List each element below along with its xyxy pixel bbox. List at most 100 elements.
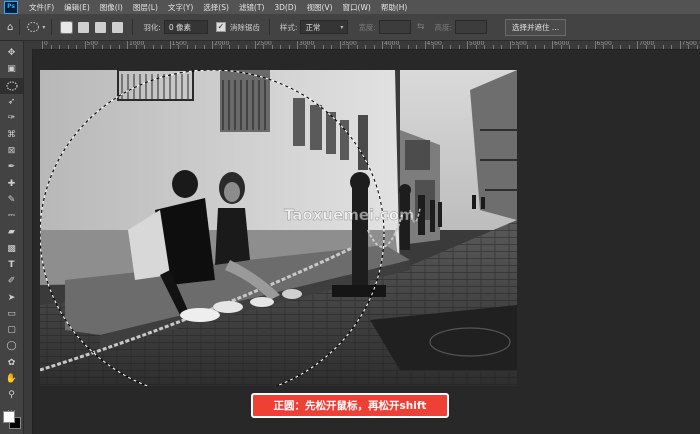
custom-shape-tool-icon[interactable]: ✿ (0, 355, 23, 371)
menu-layer[interactable]: 图层(L) (128, 2, 163, 13)
ruler-minor-tick (195, 45, 196, 49)
ruler-minor-tick (152, 45, 154, 49)
ruler-minor-tick (305, 45, 307, 49)
ruler-minor-tick (331, 45, 332, 49)
ruler-label: 7500 (681, 41, 697, 47)
menu-file[interactable]: 文件(F) (24, 2, 59, 13)
frame-tool-icon[interactable]: ⊠ (0, 143, 23, 159)
photoshop-logo-icon[interactable]: Ps (4, 0, 18, 14)
path-selection-tool-icon[interactable]: ➤ (0, 289, 23, 305)
ruler-tick (42, 41, 43, 49)
ruler-minor-tick (271, 45, 273, 49)
ruler-label: 5500 (511, 41, 527, 47)
move-tool-icon[interactable]: ✥ (0, 45, 23, 61)
ruler-tick (382, 41, 383, 49)
antialias-checkbox[interactable]: ✓ (215, 22, 226, 32)
healing-brush-tool-icon[interactable]: ✚ (0, 175, 23, 191)
ruler-tick (424, 41, 426, 49)
rounded-rectangle-tool-icon[interactable]: ▢ (0, 322, 23, 338)
ruler-minor-tick (135, 45, 137, 49)
ruler-tick (212, 41, 213, 49)
ruler-origin[interactable] (24, 41, 40, 49)
ruler-minor-tick (526, 45, 528, 49)
add-to-selection-icon[interactable] (78, 21, 90, 33)
divider (51, 19, 53, 35)
ruler-minor-tick (101, 45, 103, 49)
divider (132, 19, 134, 35)
foreground-color-swatch[interactable] (3, 411, 15, 423)
style-label: 样式: (279, 22, 298, 32)
ruler-label: 4000 (384, 41, 400, 47)
quick-selection-tool-icon[interactable]: ✑ (0, 110, 23, 126)
ruler-tick (594, 41, 596, 49)
rectangle-tool-icon[interactable]: ▭ (0, 306, 23, 322)
menu-image[interactable]: 图像(I) (95, 2, 128, 13)
ruler-minor-tick (280, 45, 281, 49)
eraser-tool-icon[interactable]: ▰ (0, 224, 23, 240)
crop-tool-icon[interactable]: ⌘ (0, 126, 23, 142)
ruler-minor-tick (118, 45, 120, 49)
ruler-minor-tick (560, 45, 562, 49)
feather-input[interactable]: 0 像素 (163, 20, 208, 34)
gradient-tool-icon[interactable]: ▩ (0, 241, 23, 257)
instruction-caption: 正圆：先松开鼠标，再松开shift (251, 393, 449, 418)
ellipse-tool-icon[interactable]: ◯ (0, 338, 23, 354)
eyedropper-tool-icon[interactable]: ✒ (0, 159, 23, 175)
ruler-minor-tick (203, 45, 205, 49)
ruler-label: 3500 (341, 41, 357, 47)
ruler-label: 5000 (469, 41, 485, 47)
new-selection-icon[interactable] (60, 20, 74, 34)
home-icon[interactable]: ⌂ (7, 22, 13, 33)
ruler-minor-tick (93, 45, 94, 49)
photo-canvas[interactable]: Taoxuemei.com (40, 70, 517, 386)
hand-tool-icon[interactable]: ✋ (0, 371, 23, 387)
zoom-tool-icon[interactable]: ⚲ (0, 387, 23, 403)
elliptical-marquee-tool-icon[interactable] (0, 77, 23, 94)
ruler-minor-tick (450, 45, 451, 49)
ruler-label: 2500 (256, 41, 272, 47)
ruler-minor-tick (50, 45, 52, 49)
ruler-minor-tick (416, 45, 417, 49)
ruler-minor-tick (492, 45, 494, 49)
style-select[interactable]: 正常 ▾ (300, 20, 349, 34)
select-and-mask-button[interactable]: 选择并遮住 ... (505, 18, 567, 36)
ruler-label: 0 (44, 41, 48, 47)
menu-filter[interactable]: 滤镜(T) (234, 2, 269, 13)
width-input[interactable] (378, 20, 411, 34)
clone-stamp-tool-icon[interactable]: ⎓ (0, 208, 23, 224)
ruler-minor-tick (586, 45, 587, 49)
menu-window[interactable]: 窗口(W) (338, 2, 376, 13)
pen-tool-icon[interactable]: ✐ (0, 273, 23, 289)
subtract-from-selection-icon[interactable] (95, 21, 107, 33)
lasso-tool-icon[interactable]: ➶ (0, 94, 23, 110)
ruler-minor-tick (229, 45, 230, 49)
intersect-selection-icon[interactable] (112, 21, 124, 33)
artboard-tool-icon[interactable]: ▣ (0, 61, 23, 77)
brush-tool-icon[interactable]: ✎ (0, 192, 23, 208)
menu-help[interactable]: 帮助(H) (376, 2, 413, 13)
elliptical-marquee-preset-icon[interactable]: ▾ (26, 21, 45, 33)
color-swatches[interactable] (3, 411, 21, 431)
menu-3d[interactable]: 3D(D) (269, 3, 301, 12)
ruler-minor-tick (577, 45, 579, 49)
ruler-minor-tick (314, 45, 315, 49)
ruler-label: 3000 (299, 41, 315, 47)
ruler-minor-tick (603, 45, 604, 49)
photo-scene (40, 70, 517, 386)
menu-select[interactable]: 选择(S) (198, 2, 234, 13)
ruler-minor-tick (407, 45, 409, 49)
width-label: 宽度: (358, 22, 376, 32)
ruler-tick (84, 41, 86, 49)
vertical-ruler[interactable] (24, 49, 33, 434)
horizontal-ruler[interactable]: 0 500 1000 1500 2000 2500 3000 3500 4000 4500 5000… (40, 41, 700, 50)
type-tool-icon[interactable]: T (0, 257, 23, 273)
ruler-minor-tick (688, 45, 689, 49)
ruler-minor-tick (696, 45, 698, 49)
ruler-minor-tick (620, 45, 621, 49)
menu-edit[interactable]: 编辑(E) (59, 2, 95, 13)
swap-icon[interactable]: ⇆ (417, 22, 425, 32)
height-input[interactable] (455, 20, 488, 34)
menu-type[interactable]: 文字(Y) (163, 2, 198, 13)
menu-view[interactable]: 视图(V) (302, 2, 338, 13)
ruler-tick (552, 41, 553, 49)
